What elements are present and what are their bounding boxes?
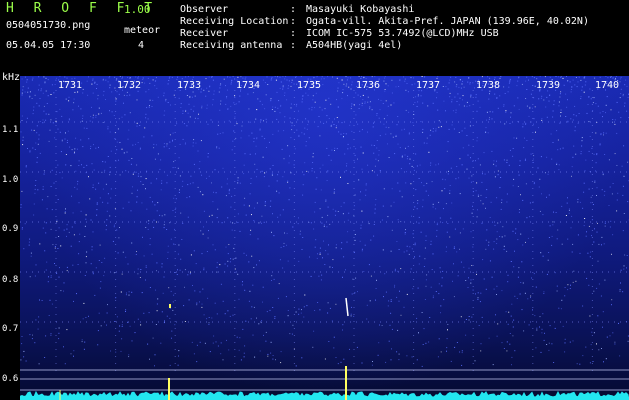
x-tick-label: 1738	[476, 80, 501, 91]
receiver-label: Receiver	[180, 28, 229, 39]
x-tick-label: 1736	[356, 80, 381, 91]
receiver-separator: :	[290, 28, 297, 39]
antenna-value: A504HB(yagi 4el)	[306, 40, 403, 51]
x-tick-label: 1732	[117, 80, 142, 91]
observer-separator: :	[290, 4, 297, 15]
receiver-value: ICOM IC-575 53.7492(@LCD)MHz USB	[306, 28, 499, 39]
file-name: 0504051730.png	[6, 20, 91, 31]
x-tick-label: 1735	[297, 80, 322, 91]
y-tick-label: 1.1	[2, 125, 19, 135]
app-version: 1.00	[124, 3, 151, 16]
y-tick-label: 0.7	[2, 324, 19, 334]
meteor-echo	[345, 297, 349, 317]
observer-label: Observer	[180, 4, 229, 15]
meteor-count: 4	[138, 40, 145, 51]
noise-speckles	[20, 76, 629, 367]
antenna-label: Receiving antenna	[180, 40, 283, 51]
spectrogram-canvas	[20, 76, 629, 400]
y-tick-label: 0.9	[2, 224, 19, 234]
x-tick-label: 1737	[416, 80, 441, 91]
meteor-echo	[169, 304, 171, 308]
location-label: Receiving Location	[180, 16, 289, 27]
x-tick-label: 1731	[58, 80, 83, 91]
x-tick-label: 1733	[177, 80, 202, 91]
hrofft-window: H R O F F T 1.00 0504051730.png meteor 0…	[0, 0, 629, 400]
y-tick-label: 1.0	[2, 175, 19, 185]
x-tick-label: 1734	[236, 80, 261, 91]
meteor-label: meteor	[124, 25, 161, 36]
x-tick-label: 1739	[536, 80, 561, 91]
y-tick-label: 0.8	[2, 275, 19, 285]
location-value: Ogata-vill. Akita-Pref. JAPAN (139.96E, …	[306, 16, 589, 27]
antenna-separator: :	[290, 40, 297, 51]
x-tick-label: 1740	[595, 80, 620, 91]
date-time: 05.04.05 17:30	[6, 40, 91, 51]
observer-value: Masayuki Kobayashi	[306, 4, 415, 15]
spectrum-trace	[20, 390, 629, 400]
location-separator: :	[290, 16, 297, 27]
y-tick-label: 0.6	[2, 374, 19, 384]
spectrogram	[20, 76, 629, 400]
y-axis-unit: kHz	[2, 72, 21, 83]
